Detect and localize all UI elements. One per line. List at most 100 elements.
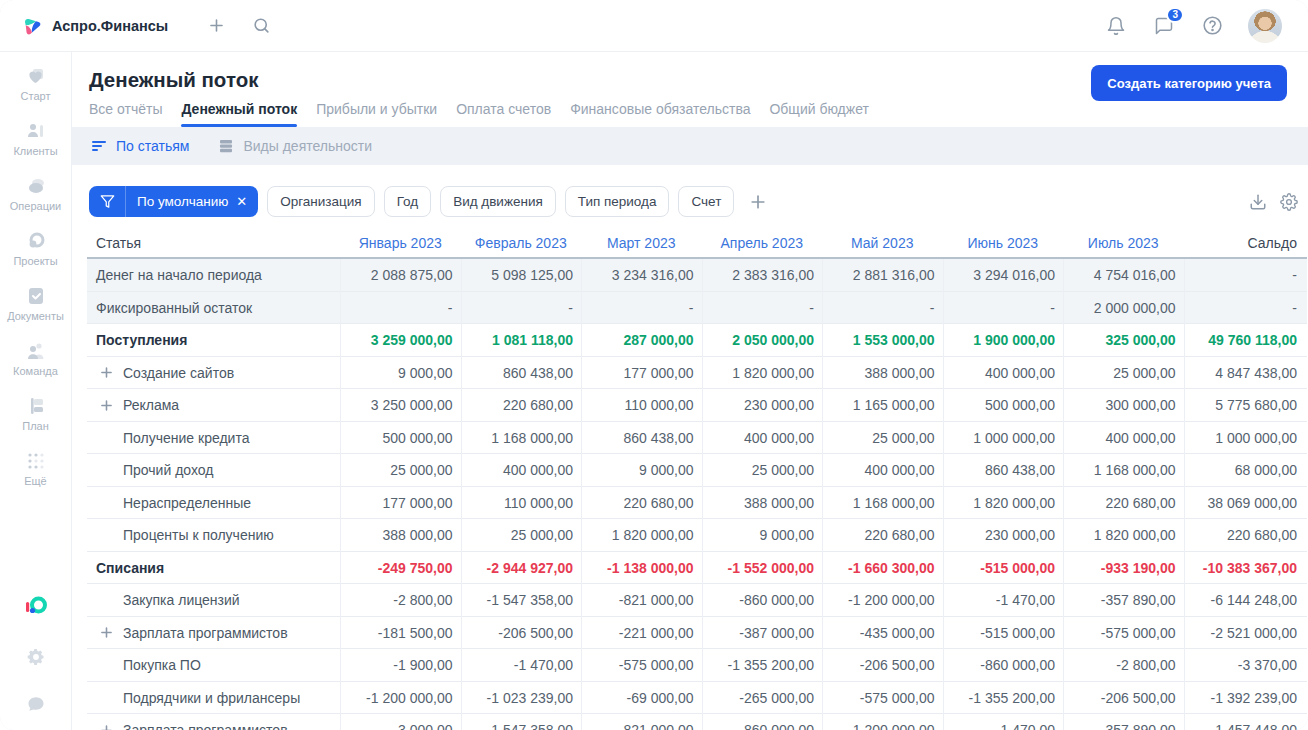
row-label[interactable]: Покупка ПО [87,649,340,682]
by-items-icon [91,138,107,154]
table-row: Закупка лицензий -2 800,00 -1 547 358,00… [87,584,1307,617]
cell-value: 1 820 000,00 [581,519,702,552]
cell-value: - [461,292,582,325]
remove-filter-icon[interactable]: ✕ [236,194,258,209]
filter-chip-movement-type[interactable]: Вид движения [440,186,556,217]
cell-value: 388 000,00 [822,357,943,390]
row-label[interactable]: Реклама [87,389,340,422]
chat-icon[interactable]: 3 [1152,14,1176,38]
cell-value: - [1184,259,1308,292]
tab-financial-obligations[interactable]: Финансовые обязательства [570,101,750,127]
sidebar-item-projects[interactable]: Проекты [0,230,71,285]
row-label[interactable]: Подрядчики и фрилансеры [87,682,340,715]
cell-value: 177 000,00 [340,487,461,520]
sidebar-item-start[interactable]: Старт [0,65,71,120]
filter-chip-period-type[interactable]: Тип периода [565,186,670,217]
cell-value: 220 680,00 [461,389,582,422]
table-row: Создание сайтов 9 000,00 860 438,00 177 … [87,357,1307,390]
cell-value: 3 294 016,00 [943,259,1064,292]
cell-value: 4 847 438,00 [1184,357,1308,390]
row-label[interactable]: Зарплата программистов [87,617,340,650]
sidebar-item-operations[interactable]: Операции [0,175,71,230]
add-filter-icon[interactable] [748,192,768,212]
help-icon[interactable] [1200,14,1224,38]
row-label[interactable]: Поступления [87,324,340,357]
table-settings-gear-icon[interactable] [1280,193,1298,211]
cell-value: -181 500,00 [340,617,461,650]
table-row: Зарплата программистов -181 500,00 -206 … [87,617,1307,650]
column-header-article: Статья [87,235,340,251]
filter-chip-year[interactable]: Год [384,186,432,217]
cell-value: -249 750,00 [340,552,461,585]
column-header-month[interactable]: Апрель 2023 [702,235,823,251]
tab-cash-flow[interactable]: Денежный поток [181,101,297,127]
tab-profit-loss[interactable]: Прибыли и убытки [316,101,437,127]
row-label[interactable]: Списания [87,552,340,585]
brand[interactable]: Аспро.Финансы [22,15,168,36]
cell-value: 38 069 000,00 [1184,487,1308,520]
settings-icon[interactable] [26,647,46,667]
row-label[interactable]: Закупка лицензий [87,584,340,617]
table-row: Прочий доход 25 000,00 400 000,00 9 000,… [87,454,1307,487]
search-icon[interactable] [249,14,273,38]
row-label[interactable]: Проценты к получению [87,519,340,552]
cell-value: 2 383 316,00 [702,259,823,292]
view-mode-activity-types[interactable]: Виды деятельности [218,138,372,154]
expand-plus-icon[interactable] [101,627,112,638]
aspro-logo-icon[interactable] [23,594,49,620]
sidebar-item-clients[interactable]: Клиенты [0,120,71,175]
sidebar-item-more[interactable]: Ещё [0,450,71,505]
cell-value: 388 000,00 [340,519,461,552]
tab-general-budget[interactable]: Общий бюджет [769,101,868,127]
row-label[interactable]: Нераспределенные [87,487,340,520]
clients-icon [25,120,47,142]
column-header-month[interactable]: Июль 2023 [1063,235,1184,251]
table-row: Подрядчики и фрилансеры -1 200 000,00 -1… [87,682,1307,715]
tab-all-reports[interactable]: Все отчёты [89,101,162,127]
filter-funnel-icon[interactable] [89,194,125,209]
row-label[interactable]: Зарплата программистов [87,714,340,730]
expand-plus-icon[interactable] [101,400,112,411]
user-avatar[interactable] [1248,9,1282,43]
table-row: Проценты к получению 388 000,00 25 000,0… [87,519,1307,552]
support-chat-icon[interactable] [26,694,46,714]
column-header-month[interactable]: Январь 2023 [340,235,461,251]
column-header-month[interactable]: Февраль 2023 [461,235,582,251]
sidebar-item-team[interactable]: Команда [0,340,71,395]
sidebar-item-documents[interactable]: Документы [0,285,71,340]
view-mode-by-items[interactable]: По статьям [91,138,189,154]
row-label[interactable]: Денег на начало периода [87,259,340,292]
notifications-bell-icon[interactable] [1104,14,1128,38]
cell-value: -206 500,00 [461,617,582,650]
cell-value: 1 000 000,00 [943,422,1064,455]
cell-value: -1 200 000,00 [340,682,461,715]
download-icon[interactable] [1249,193,1267,211]
column-header-month[interactable]: Март 2023 [581,235,702,251]
cell-value: - [581,292,702,325]
active-filter-chip[interactable]: По умолчанию ✕ [89,186,258,217]
create-category-button[interactable]: Создать категорию учета [1091,65,1287,101]
cell-value: 1 000 000,00 [1184,422,1308,455]
column-header-month[interactable]: Июнь 2023 [943,235,1064,251]
column-header-saldo: Сальдо [1184,235,1308,251]
expand-plus-icon[interactable] [101,725,112,730]
cell-value: 860 438,00 [943,454,1064,487]
more-icon [25,450,47,472]
cell-value: -933 190,00 [1063,552,1184,585]
row-label[interactable]: Фиксированный остаток [87,292,340,325]
tab-invoice-payment[interactable]: Оплата счетов [456,101,551,127]
filter-chip-account[interactable]: Счет [678,186,734,217]
cell-value: -575 000,00 [581,649,702,682]
cell-value: 3 250 000,00 [340,389,461,422]
cell-value: 5 098 125,00 [461,259,582,292]
add-icon[interactable] [204,14,228,38]
expand-plus-icon[interactable] [101,367,112,378]
cell-value: - [702,292,823,325]
operations-icon [25,175,47,197]
row-label[interactable]: Создание сайтов [87,357,340,390]
row-label[interactable]: Прочий доход [87,454,340,487]
column-header-month[interactable]: Май 2023 [822,235,943,251]
sidebar-item-plan[interactable]: План [0,395,71,450]
filter-chip-organization[interactable]: Организация [267,186,374,217]
row-label[interactable]: Получение кредита [87,422,340,455]
